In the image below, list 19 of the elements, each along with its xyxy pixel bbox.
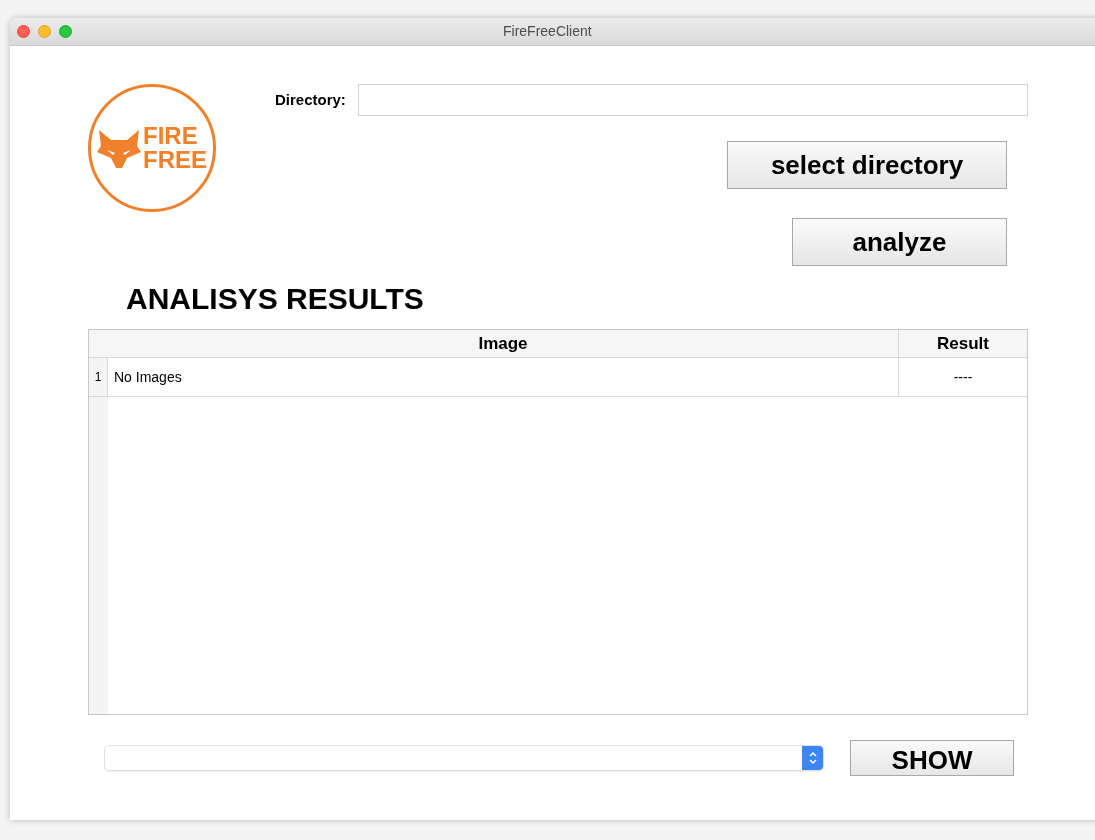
table-cell: No Images xyxy=(108,358,899,396)
row-number: 1 xyxy=(89,358,108,396)
directory-field[interactable] xyxy=(357,84,1028,116)
column-header[interactable]: Image xyxy=(89,330,899,357)
show-button[interactable]: SHOW xyxy=(850,740,1014,776)
minimize-button[interactable] xyxy=(38,25,51,38)
image-dropdown[interactable] xyxy=(104,745,824,771)
logo-text: FREE xyxy=(143,148,207,172)
table-cell-text: ---- xyxy=(952,367,974,387)
column-header[interactable]: Result xyxy=(899,330,1027,357)
directory-label: Directory: xyxy=(275,89,346,110)
select-directory-button[interactable]: select directory xyxy=(727,141,1007,189)
zoom-button[interactable] xyxy=(59,25,72,38)
dropdown-stepper-icon xyxy=(802,746,823,770)
logo-text: FIRE xyxy=(143,124,199,148)
window-title: FireFreeClient xyxy=(503,22,592,41)
close-button[interactable] xyxy=(17,25,30,38)
results-heading: ANALISYS RESULTS xyxy=(126,282,425,316)
analyze-button[interactable]: analyze xyxy=(792,218,1007,266)
